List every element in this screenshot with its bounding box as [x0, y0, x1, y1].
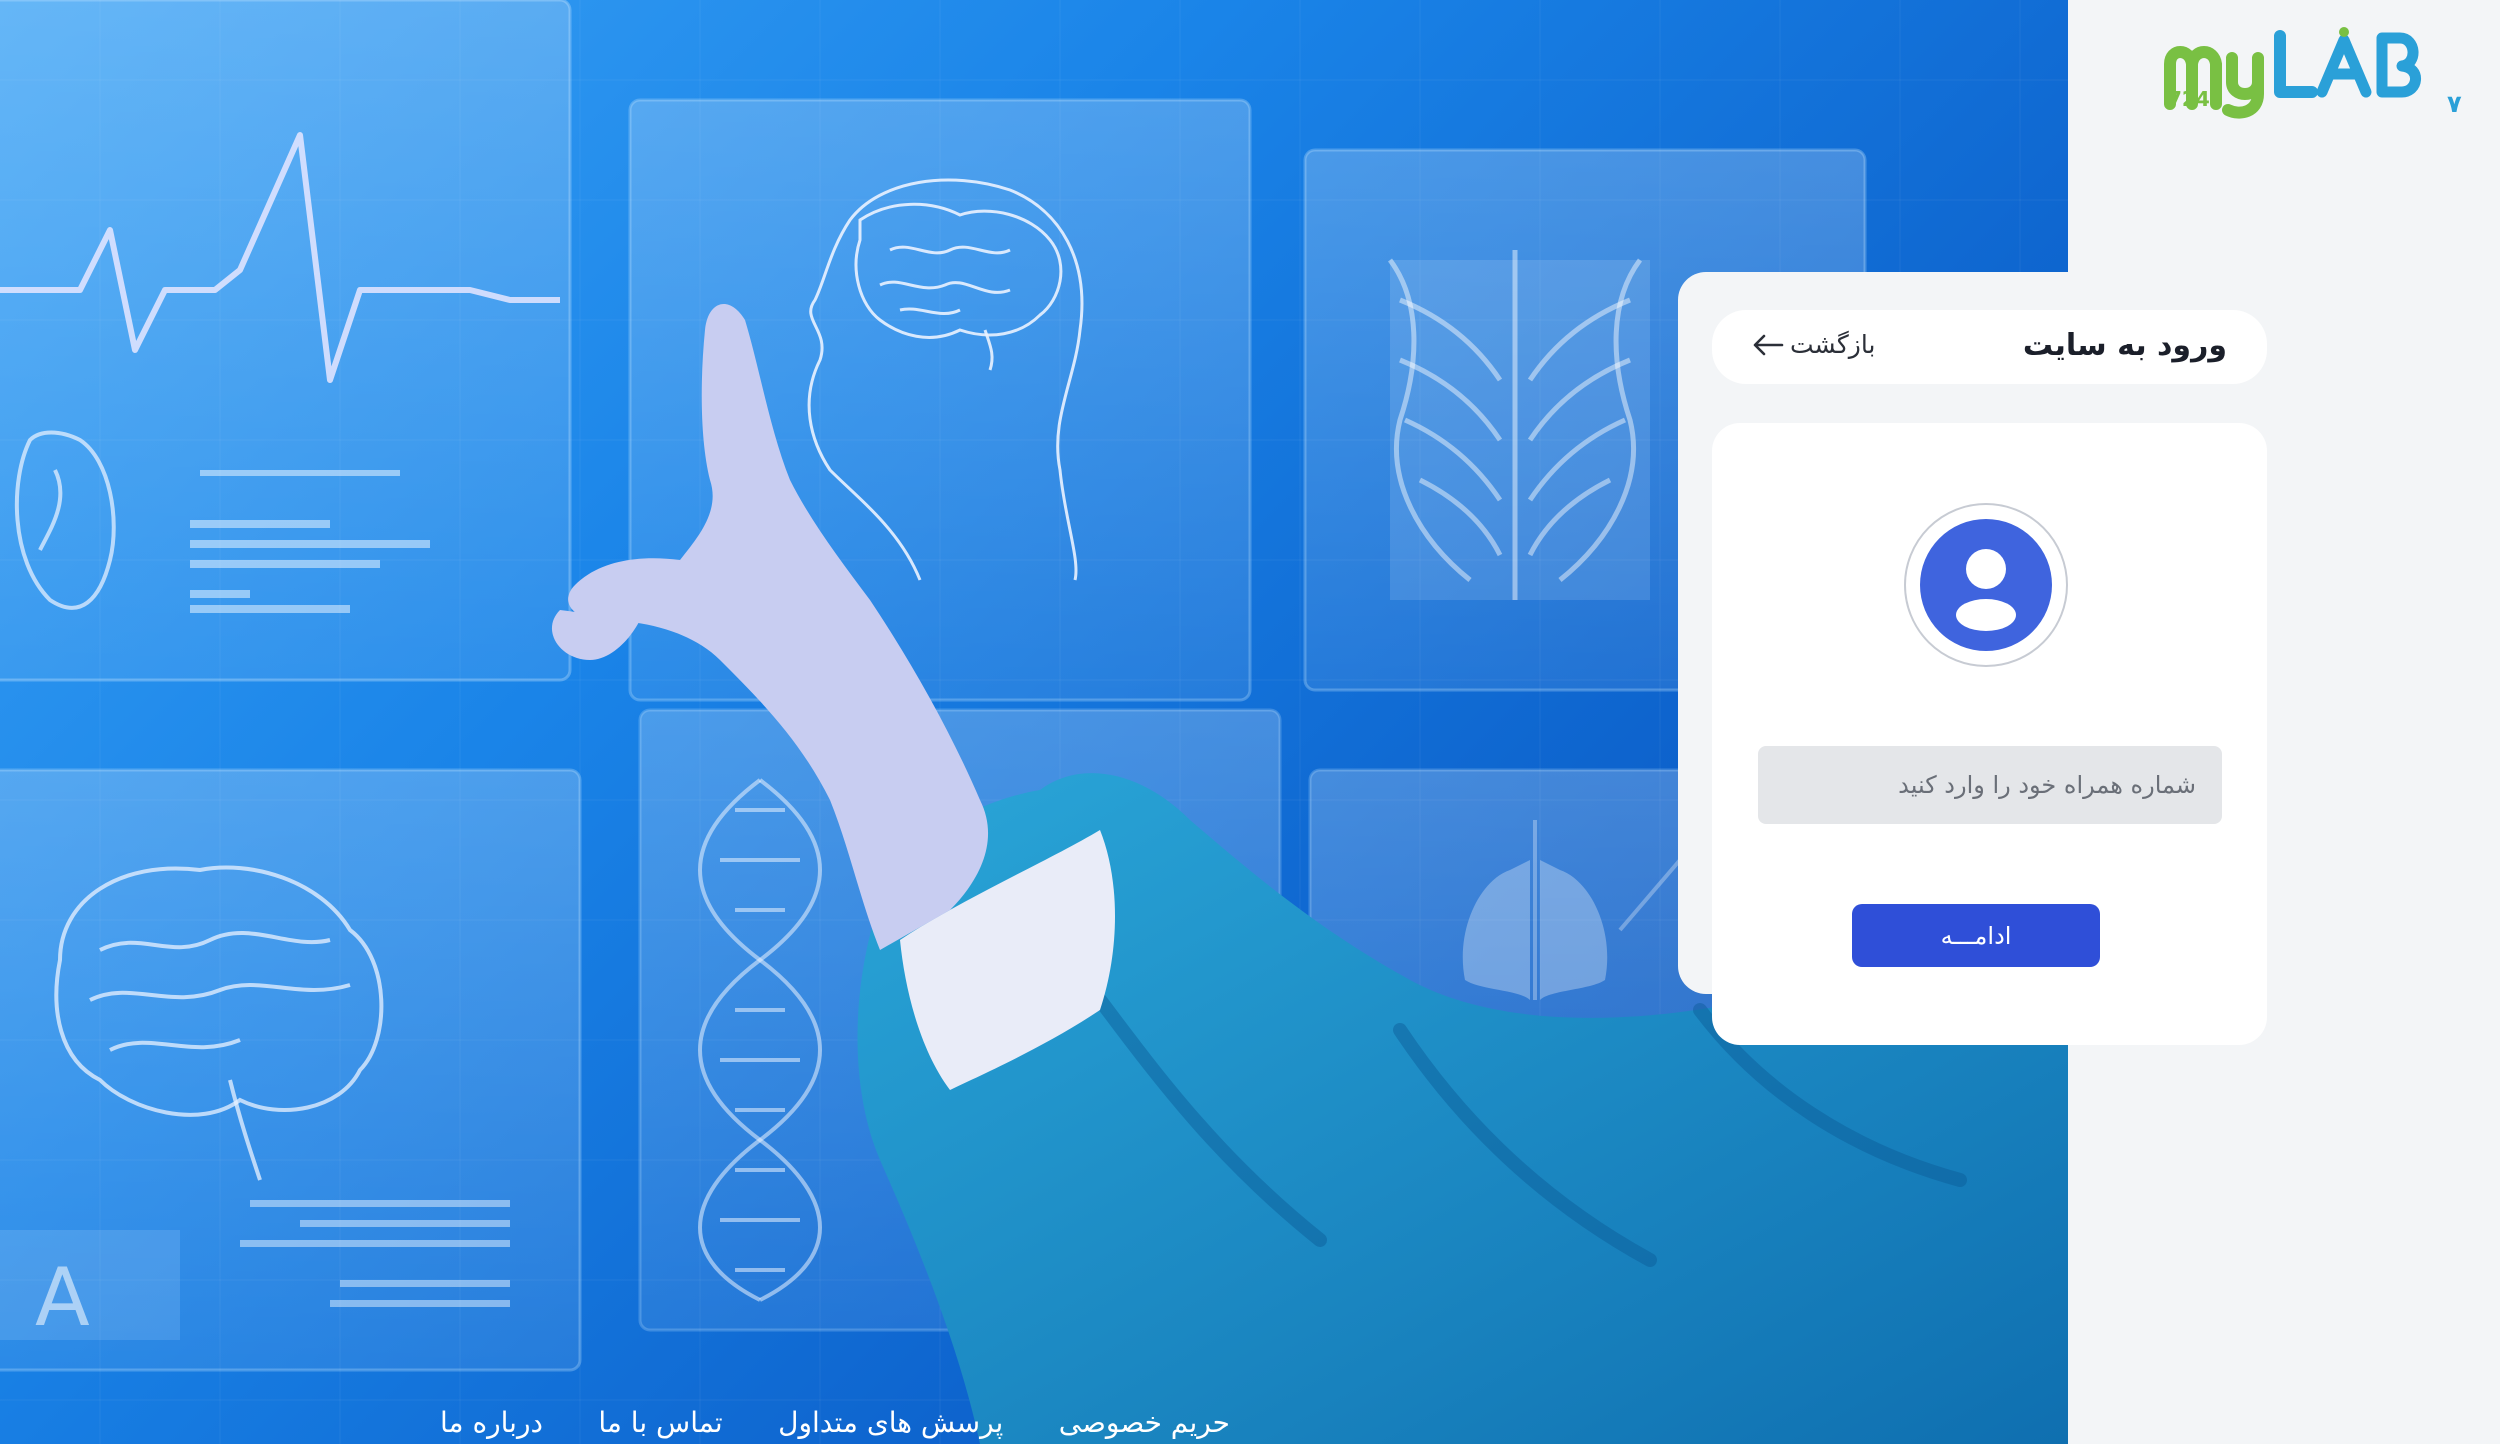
mylab-logo[interactable]: 724 مـای لـب ۷۲۴ [2162, 24, 2500, 124]
footer-link-faq[interactable]: پرسش های متداول [778, 1406, 1003, 1439]
login-card: ادامـــه [1712, 423, 2267, 1045]
login-title: ورود به سایت [2022, 328, 2227, 363]
logo-number: 724 [2168, 87, 2210, 111]
login-header: ورود به سایت بازگشت [1712, 310, 2267, 384]
back-label: بازگشت [1790, 330, 1876, 359]
phone-number-input[interactable] [1758, 746, 2222, 824]
footer-link-about[interactable]: درباره ما [440, 1406, 543, 1439]
footer-link-contact[interactable]: تماس با ما [598, 1406, 722, 1439]
avatar [1904, 503, 2068, 667]
back-button[interactable]: بازگشت [1752, 330, 1875, 359]
footer-nav: درباره ما تماس با ما پرسش های متداول حری… [440, 1400, 1230, 1444]
footer-link-privacy[interactable]: حریم خصوصی [1059, 1406, 1230, 1439]
arrow-left-icon [1753, 334, 1784, 355]
svg-text:A: A [35, 1251, 90, 1344]
login-page: A 724 ۷ ورود به سایت بازگشت شماره همراه … [0, 0, 2500, 1444]
logo-persian-text: مـای لـب ۷۲۴ [2447, 90, 2462, 118]
logo-mark: 724 مـای لـب ۷۲۴ [2164, 27, 2500, 119]
continue-button[interactable]: ادامـــه [1852, 904, 2100, 967]
user-icon [1920, 519, 2052, 651]
